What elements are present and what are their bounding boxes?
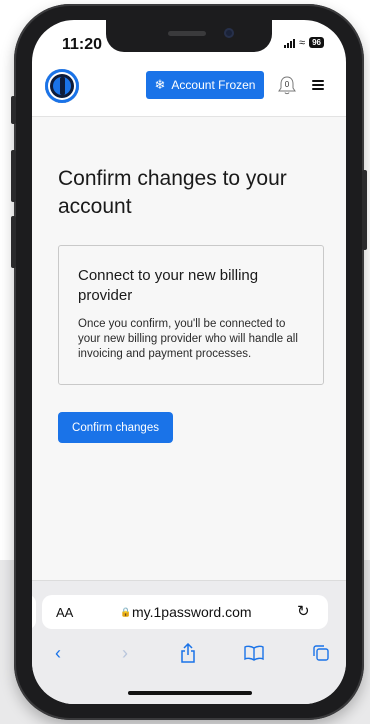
browser-bar: AA 🔒 my.1password.com ↻ ‹ › [32, 580, 346, 704]
home-indicator[interactable] [128, 691, 252, 695]
status-bar: 11:20 ≈ 96 [32, 20, 346, 64]
url-text[interactable]: my.1password.com [132, 604, 252, 620]
battery-icon: 96 [309, 37, 324, 48]
status-time: 11:20 [62, 36, 103, 53]
card-description: Once you confirm, you'll be connected to… [78, 318, 298, 360]
1password-logo-icon[interactable] [45, 69, 79, 103]
share-icon[interactable] [174, 639, 202, 667]
forward-icon[interactable]: › [111, 639, 139, 667]
text-size-button[interactable]: AA [56, 605, 73, 620]
notifications-count: 0 [284, 80, 290, 89]
speaker [168, 31, 206, 36]
confirm-changes-button[interactable]: Confirm changes [58, 412, 173, 443]
side-button-power [362, 170, 367, 250]
side-button-volume-up [11, 150, 16, 202]
browser-toolbar: ‹ › [32, 639, 346, 669]
main-content: Confirm changes to your account Connect … [32, 117, 346, 597]
camera-icon [224, 28, 234, 38]
notifications-bell-icon[interactable]: 0 [276, 74, 298, 96]
page-title: Confirm changes to your account [58, 167, 287, 218]
snowflake-icon: ❄ [154, 77, 166, 92]
previous-tab-edge[interactable] [32, 595, 36, 629]
account-frozen-button[interactable]: ❄ Account Frozen [146, 71, 264, 99]
notch [106, 20, 272, 52]
app-header: ❄ Account Frozen 0 [32, 64, 346, 117]
billing-provider-card: Connect to your new billing provider Onc… [58, 245, 324, 385]
lock-icon: 🔒 [120, 607, 132, 617]
hamburger-menu-icon[interactable] [312, 80, 324, 90]
tabs-icon[interactable] [307, 639, 335, 667]
address-bar[interactable]: AA 🔒 my.1password.com ↻ [42, 595, 328, 629]
keyhole-icon [60, 77, 65, 95]
account-frozen-label: Account Frozen [171, 78, 256, 92]
back-icon[interactable]: ‹ [44, 639, 72, 667]
phone-screen: 11:20 ≈ 96 ❄ Account Frozen 0 Confirm ch… [32, 20, 346, 704]
signal-icon [284, 38, 296, 48]
card-title: Connect to your new billing provider [78, 267, 259, 304]
side-button-volume-down [11, 216, 16, 268]
status-indicators: ≈ 96 [284, 37, 324, 48]
wifi-icon: ≈ [299, 36, 306, 49]
bookmarks-icon[interactable] [240, 639, 268, 667]
reload-icon[interactable]: ↻ [297, 602, 310, 620]
side-button-mute [11, 96, 16, 124]
